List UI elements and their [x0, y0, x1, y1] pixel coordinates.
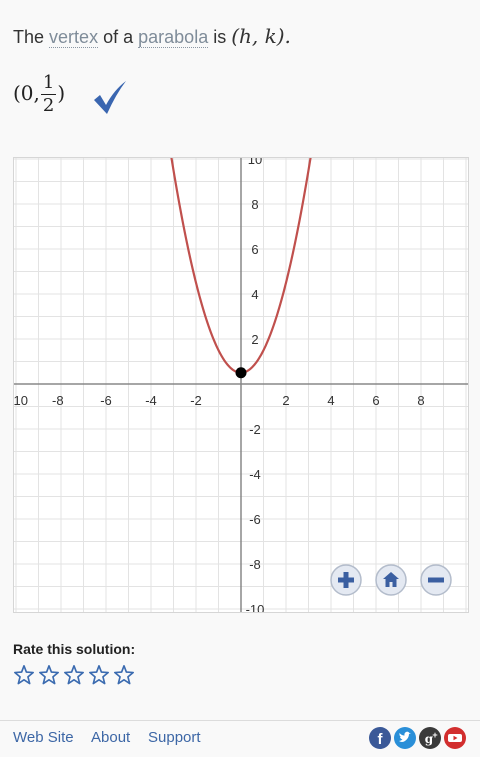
problem-statement: The vertex of a parabola is (h, k). — [13, 24, 291, 48]
answer-fraction: 12 — [40, 72, 57, 117]
glossary-link-vertex[interactable]: vertex — [49, 27, 99, 48]
y-tick-label: 10 — [248, 158, 262, 167]
y-tick-label: -8 — [249, 557, 261, 572]
footer-link-about[interactable]: About — [91, 729, 130, 746]
x-tick-label: 4 — [327, 393, 334, 408]
svg-text:f: f — [378, 731, 384, 748]
y-tick-label: 2 — [251, 332, 258, 347]
footer: Web Site About Support f g + — [0, 720, 480, 757]
statement-middle: of a — [103, 27, 134, 47]
x-tick-label: -10 — [14, 393, 28, 408]
y-tick-label: 8 — [251, 197, 258, 212]
y-tick-label: -6 — [249, 512, 261, 527]
star-icon[interactable] — [63, 664, 85, 686]
y-tick-label: -2 — [249, 422, 261, 437]
x-tick-label: 2 — [282, 393, 289, 408]
footer-link-website[interactable]: Web Site — [13, 729, 74, 746]
y-tick-label: 4 — [251, 287, 258, 302]
parabola-graph[interactable]: -10 -8 -6 -4 -2 2 4 6 8 1 10 8 6 4 2 -2 -4 -6 -8 -10 — [14, 158, 468, 612]
vertex-notation: (h, k). — [231, 24, 291, 48]
rating-stars — [13, 664, 135, 686]
y-tick-label: -10 — [246, 602, 265, 612]
answer: (0, 1 2) — [13, 72, 65, 117]
glossary-link-parabola[interactable]: parabola — [138, 27, 209, 48]
star-icon[interactable] — [113, 664, 135, 686]
y-tick-label: -4 — [249, 467, 261, 482]
zoom-in-button[interactable] — [330, 564, 362, 596]
home-button[interactable] — [375, 564, 407, 596]
statement-suffix: is — [213, 27, 227, 47]
statement-prefix: The — [13, 27, 45, 47]
graph-panel[interactable]: -10 -8 -6 -4 -2 2 4 6 8 1 10 8 6 4 2 -2 -4 -6 -8 -10 — [13, 157, 469, 613]
answer-close: ) — [57, 81, 66, 105]
vertex-point[interactable] — [235, 367, 247, 379]
answer-open: (0, — [13, 81, 40, 105]
svg-text:+: + — [432, 730, 437, 740]
star-icon[interactable] — [38, 664, 60, 686]
x-tick-label: 8 — [417, 393, 424, 408]
check-icon — [94, 81, 126, 114]
x-tick-label: -8 — [52, 393, 64, 408]
google-plus-icon[interactable]: g + — [419, 727, 441, 749]
youtube-icon[interactable] — [444, 727, 466, 749]
star-icon[interactable] — [88, 664, 110, 686]
x-tick-label: 6 — [372, 393, 379, 408]
x-tick-label: -4 — [145, 393, 157, 408]
x-tick-label: 1 — [467, 393, 468, 408]
twitter-icon[interactable] — [394, 727, 416, 749]
y-tick-label: 6 — [251, 242, 258, 257]
star-icon[interactable] — [13, 664, 35, 686]
footer-link-support[interactable]: Support — [148, 729, 201, 746]
x-tick-label: -2 — [190, 393, 202, 408]
facebook-icon[interactable]: f — [369, 727, 391, 749]
zoom-out-button[interactable] — [420, 564, 452, 596]
fraction-numerator: 1 — [40, 72, 57, 95]
x-tick-label: -6 — [100, 393, 112, 408]
minus-icon — [428, 577, 444, 583]
rate-label: Rate this solution: — [13, 641, 136, 657]
fraction-denominator: 2 — [42, 95, 55, 116]
